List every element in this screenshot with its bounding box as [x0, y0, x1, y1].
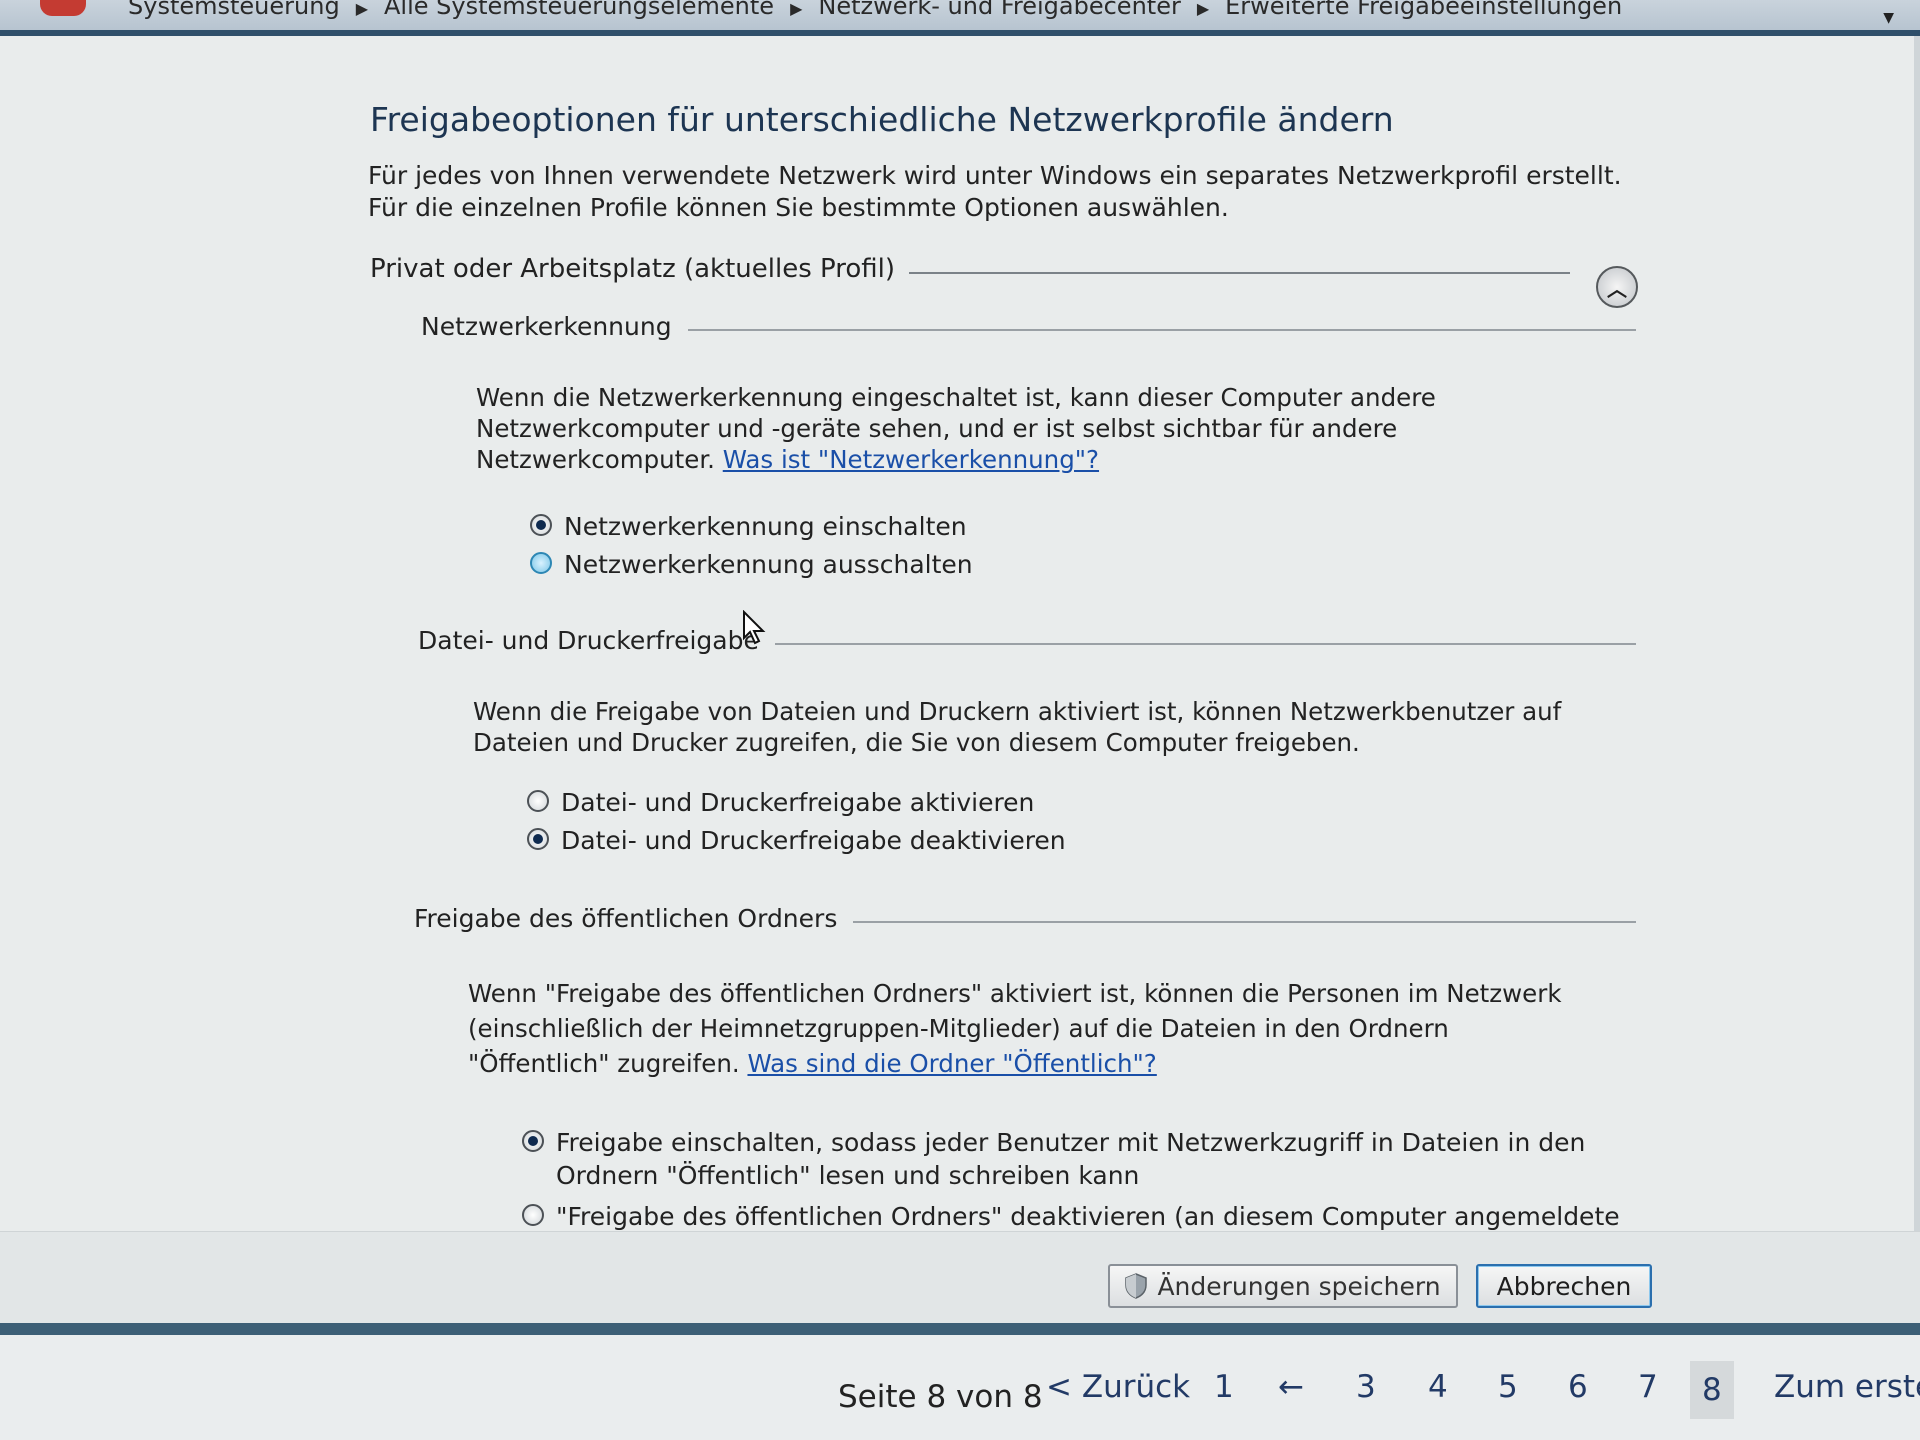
- page-indicator: Seite 8 von 8: [838, 1379, 1043, 1415]
- network-discovery-on-label: Netzwerkerkennung einschalten: [564, 512, 967, 541]
- pager-page-3[interactable]: 3: [1356, 1369, 1376, 1405]
- file-printer-off-option[interactable]: Datei- und Druckerfreigabe deaktivieren: [527, 824, 1066, 857]
- public-folder-help-link[interactable]: Was sind die Ordner "Öffentlich"?: [747, 1049, 1156, 1078]
- public-folder-off-radio[interactable]: [522, 1204, 544, 1226]
- pager-page-8[interactable]: 8: [1690, 1361, 1734, 1419]
- pager-back-link[interactable]: < Zurück: [1046, 1369, 1190, 1405]
- public-folder-on-option[interactable]: Freigabe einschalten, sodass jeder Benut…: [522, 1126, 1642, 1192]
- public-folder-off-label: "Freigabe des öffentlichen Ordners" deak…: [556, 1202, 1620, 1231]
- page-intro: Für jedes von Ihnen verwendete Netzwerk …: [368, 161, 1622, 222]
- pager-arrow-icon[interactable]: ←: [1278, 1369, 1304, 1405]
- public-folder-heading: Freigabe des öffentlichen Ordners: [414, 904, 854, 933]
- public-folder-on-label: Freigabe einschalten, sodass jeder Benut…: [556, 1128, 1586, 1190]
- public-folder-description: Wenn "Freigabe des öffentlichen Ordners"…: [468, 976, 1578, 1081]
- pager-page-5[interactable]: 5: [1498, 1369, 1518, 1405]
- window-icon: [40, 0, 86, 16]
- pager-page-6[interactable]: 6: [1568, 1369, 1588, 1405]
- network-discovery-header: Netzwerkerkennung: [421, 312, 1636, 346]
- breadcrumb-item[interactable]: Netzwerk- und Freigabecenter: [818, 0, 1180, 20]
- collapse-profile-button[interactable]: ︿: [1596, 266, 1638, 308]
- settings-content: Freigabeoptionen für unterschiedliche Ne…: [0, 36, 1920, 1231]
- file-printer-on-label: Datei- und Druckerfreigabe aktivieren: [561, 788, 1035, 817]
- breadcrumb-item[interactable]: Systemsteuerung: [128, 0, 340, 20]
- network-discovery-heading: Netzwerkerkennung: [421, 312, 688, 341]
- file-printer-off-label: Datei- und Druckerfreigabe deaktivieren: [561, 826, 1066, 855]
- pager-page-7[interactable]: 7: [1638, 1369, 1658, 1405]
- network-discovery-description: Wenn die Netzwerkerkennung eingeschaltet…: [476, 382, 1626, 475]
- file-printer-heading: Datei- und Druckerfreigabe: [418, 626, 775, 655]
- network-discovery-on-radio[interactable]: [530, 514, 552, 536]
- public-folder-on-radio[interactable]: [522, 1130, 544, 1152]
- uac-shield-icon: [1125, 1273, 1148, 1299]
- pager-first-link[interactable]: Zum ersten: [1774, 1369, 1920, 1405]
- network-discovery-on-option[interactable]: Netzwerkerkennung einschalten: [530, 510, 967, 543]
- breadcrumb: Systemsteuerung ▶ Alle Systemsteuerungsele…: [128, 0, 1622, 20]
- file-printer-header: Datei- und Druckerfreigabe: [418, 626, 1636, 660]
- profile-label: Privat oder Arbeitsplatz (aktuelles Prof…: [370, 254, 910, 284]
- network-discovery-off-option[interactable]: Netzwerkerkennung ausschalten: [530, 548, 973, 581]
- network-discovery-off-radio[interactable]: [530, 552, 552, 574]
- pager-page-4[interactable]: 4: [1428, 1369, 1448, 1405]
- file-printer-description: Wenn die Freigabe von Dateien und Drucke…: [473, 697, 1562, 757]
- save-changes-label: Änderungen speichern: [1157, 1271, 1441, 1301]
- pagination-bar: Seite 8 von 8 < Zurück 1 ← 3 4 5 6 7 8 Z…: [0, 1323, 1920, 1440]
- profile-group-header[interactable]: Privat oder Arbeitsplatz (aktuelles Prof…: [370, 254, 1640, 294]
- breadcrumb-item[interactable]: Alle Systemsteuerungselemente: [384, 0, 774, 20]
- cancel-button[interactable]: Abbrechen: [1476, 1264, 1652, 1308]
- button-bar: Änderungen speichern Abbrechen: [0, 1231, 1920, 1324]
- page-title: Freigabeoptionen für unterschiedliche Ne…: [370, 100, 1394, 139]
- file-printer-on-option[interactable]: Datei- und Druckerfreigabe aktivieren: [527, 786, 1034, 819]
- pager-page-1[interactable]: 1: [1214, 1369, 1234, 1405]
- chevron-up-icon: ︿: [1607, 276, 1627, 301]
- save-changes-button[interactable]: Änderungen speichern: [1108, 1264, 1458, 1308]
- address-bar[interactable]: Systemsteuerung ▶ Alle Systemsteuerungsele…: [0, 0, 1920, 36]
- breadcrumb-separator-icon: ▶: [355, 0, 368, 18]
- breadcrumb-separator-icon: ▶: [1196, 0, 1210, 18]
- network-discovery-help-link[interactable]: Was ist "Netzwerkerkennung"?: [723, 445, 1099, 474]
- breadcrumb-item[interactable]: Erweiterte Freigabeeinstellungen: [1225, 0, 1622, 20]
- public-folder-off-option[interactable]: "Freigabe des öffentlichen Ordners" deak…: [522, 1200, 1642, 1231]
- file-printer-on-radio[interactable]: [527, 790, 549, 812]
- address-dropdown-icon[interactable]: ▼: [1883, 10, 1894, 26]
- file-printer-off-radio[interactable]: [527, 828, 549, 850]
- network-discovery-off-label: Netzwerkerkennung ausschalten: [564, 550, 973, 579]
- public-folder-header: Freigabe des öffentlichen Ordners: [414, 904, 1636, 938]
- breadcrumb-separator-icon: ▶: [790, 0, 803, 18]
